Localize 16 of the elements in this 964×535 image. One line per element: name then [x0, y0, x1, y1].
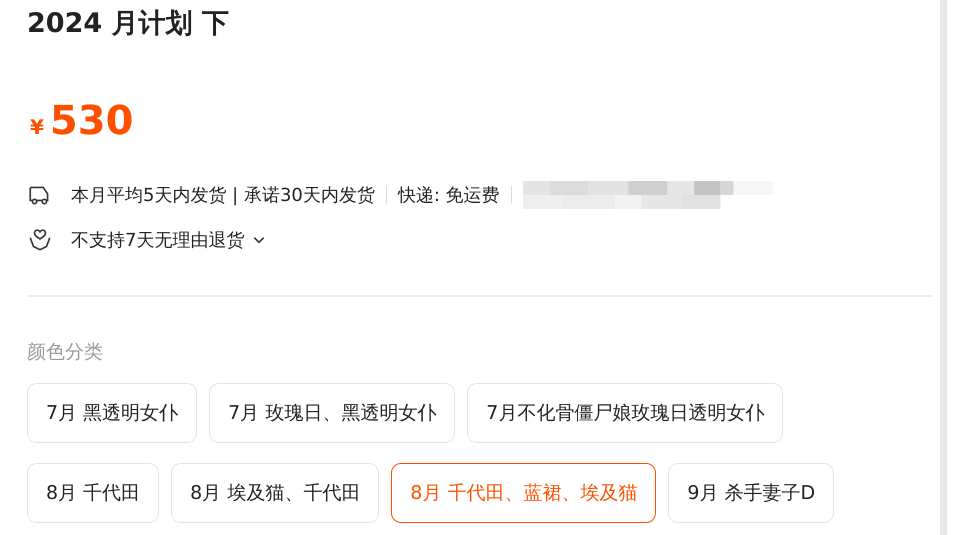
option-chip[interactable]: 7月不化骨僵尸娘玫瑰日透明女仆 [467, 383, 784, 443]
price-amount: 530 [50, 98, 134, 144]
product-title: 2024 月计划 下 [27, 7, 230, 41]
hands-heart-icon [27, 227, 53, 253]
delivery-info: 快递: 免运费 [398, 184, 500, 207]
option-chip[interactable]: 8月 千代田 [27, 463, 160, 523]
option-chip[interactable]: 9月 杀手妻子D [668, 463, 834, 523]
chevron-down-icon[interactable] [252, 235, 266, 245]
option-label: 颜色分类 [27, 340, 104, 365]
return-policy: 不支持7天无理由退货 [71, 229, 244, 252]
scrollbar[interactable] [940, 0, 947, 535]
option-chip[interactable]: 7月 玫瑰日、黑透明女仆 [209, 383, 456, 443]
option-chip[interactable]: 7月 黑透明女仆 [27, 383, 198, 443]
delivery-info: 本月平均5天内发货 | 承诺30天内发货 [71, 184, 375, 207]
currency-symbol: ¥ [30, 115, 44, 139]
option-chip[interactable]: 8月 埃及猫、千代田 [171, 463, 380, 523]
